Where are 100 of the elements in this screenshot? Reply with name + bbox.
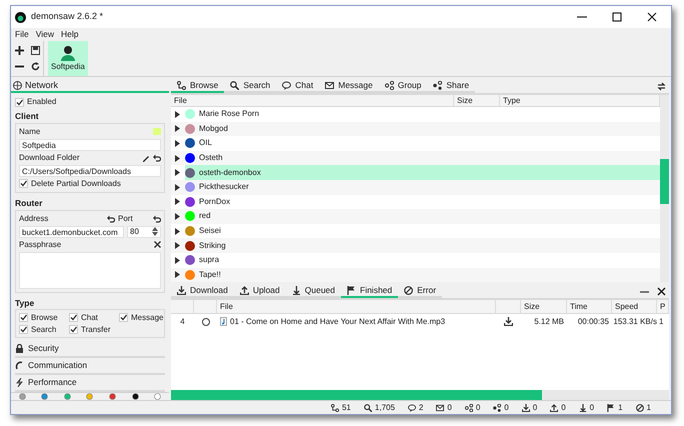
input-field[interactable]: C:/Users/Softpedia/Downloads [19,164,161,177]
clear-icon[interactable] [154,241,161,248]
color-dot[interactable] [109,393,116,400]
checkbox-label: Browse [31,312,58,324]
table-cell: 153.31 KB/s [612,316,657,328]
checkbox[interactable] [19,179,28,188]
checkbox-label: Message [131,312,164,324]
field-label: Name [19,126,40,138]
blocked-icon [636,404,644,412]
status-circle-icon [202,318,210,326]
field-label: Address [19,212,50,224]
checkbox[interactable] [19,325,28,334]
menu-item[interactable]: Help [60,28,78,41]
list-item[interactable]: OIL [185,136,660,151]
color-dot[interactable] [132,393,139,400]
padlock-icon [15,344,24,354]
table-cell: 01 - Come on Home and Have Your Next Affair With Me.mp3 [230,316,446,328]
nodes-icon [493,404,502,412]
color-dot[interactable] [41,393,48,400]
menu-item[interactable]: File [15,28,29,41]
maximize-icon[interactable] [612,12,622,22]
list-item[interactable]: osteth-demonbox [185,165,660,180]
menu-item[interactable]: View [36,28,54,41]
table-cell-text: 4 [179,316,186,328]
column-header[interactable]: Size [454,95,500,106]
envelope-icon [325,81,334,90]
input-field[interactable]: Softpedia [19,138,161,151]
tab[interactable]: Chat [276,80,320,93]
column-header[interactable]: Size [521,300,567,314]
checkbox-label: Enabled [27,96,56,108]
section-header[interactable]: Performance [28,376,77,390]
checkbox[interactable] [69,325,78,334]
checkbox[interactable] [119,313,128,322]
checkbox-label: Search [31,324,56,336]
list-item[interactable]: PornDox [185,194,660,210]
color-dot[interactable] [64,393,71,400]
checkbox-label: Delete Partial Downloads [31,178,121,190]
checkbox-label: Transfer [81,324,110,336]
column-header[interactable]: Speed [612,300,657,314]
color-dot[interactable] [86,393,94,400]
checkbox[interactable] [69,313,78,322]
tab[interactable]: Group [378,80,428,93]
pencil-icon[interactable] [142,154,150,162]
status-count: 0 [532,402,538,414]
status-count: 0 [590,402,594,414]
arrow-down-icon [578,404,587,412]
table-cell-text: 1 [658,316,664,328]
undo-icon[interactable] [107,214,115,222]
list-item[interactable]: supra [185,252,660,268]
checkbox[interactable] [19,313,28,322]
tab[interactable]: Message [319,80,379,93]
port-spinbox[interactable]: 80 [127,226,161,238]
checkbox[interactable] [15,98,24,106]
status-count: 0 [504,402,509,414]
tab[interactable]: Search [224,80,276,93]
flag-icon [347,286,356,295]
color-dot[interactable] [154,393,162,400]
sync-icon[interactable] [657,82,666,91]
column-header[interactable]: File [217,300,496,314]
handset-icon [15,361,24,370]
speech-bubble-icon [408,404,416,412]
input-field[interactable]: bucket1.demonbucket.com [19,226,124,238]
branch-icon [177,81,186,90]
refresh-icon[interactable] [31,62,40,71]
column-header[interactable]: File [171,95,454,106]
tab[interactable]: Browse [171,80,224,93]
nodes-icon [384,81,394,90]
section-title: Client [15,110,40,123]
column-header[interactable]: Time [567,300,612,314]
close-icon[interactable] [647,12,657,22]
user-icon [60,44,76,60]
spin-arrows-icon[interactable] [152,227,158,236]
section-header[interactable]: Security [28,342,59,356]
user-button[interactable]: Softpedia [48,41,88,76]
table-cell-text: 00:00:35 [576,316,610,328]
close-panel-icon[interactable] [657,286,666,296]
branch-icon [330,404,339,412]
section-header[interactable]: Communication [28,359,88,372]
field-label: Download Folder [19,152,80,164]
list-item[interactable]: Marie Rose Porn [185,107,660,122]
color-dot[interactable] [18,393,26,400]
passphrase-field[interactable] [19,252,161,288]
column-header[interactable]: P [657,300,669,314]
status-count: 51 [342,402,351,414]
tab[interactable]: Share [427,80,476,93]
blocked-icon [404,286,414,295]
globe-icon [13,81,22,90]
scrollbar-thumb[interactable] [660,159,669,204]
speech-bubble-icon [282,81,292,90]
app-logo-icon [15,12,26,22]
save-icon[interactable] [31,46,40,55]
flag-icon [607,404,616,412]
nodes-icon [464,404,473,412]
list-item[interactable]: Seisei [185,224,660,238]
status-count: 0 [476,402,480,414]
panel-title: Network [25,78,58,92]
undo-icon[interactable] [153,154,161,162]
undo-icon[interactable] [153,214,161,222]
add-icon[interactable] [15,46,24,55]
color-swatch[interactable] [153,128,161,136]
